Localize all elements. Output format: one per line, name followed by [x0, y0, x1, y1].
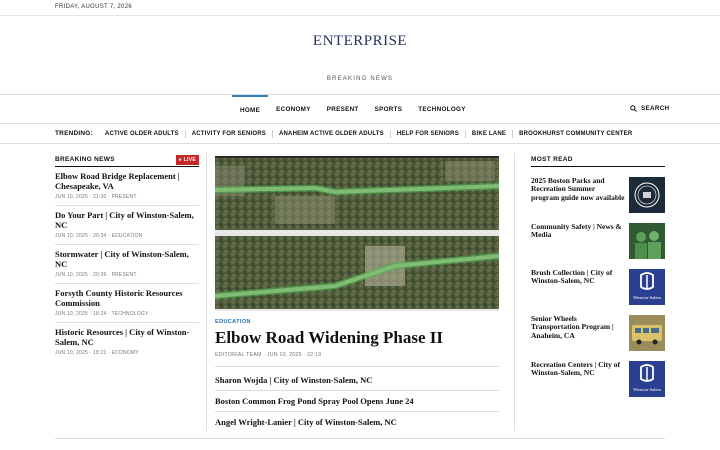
- news-meta: JUN 10, 2025 · 20:26 · PRESENT: [55, 272, 137, 278]
- community-photo-thumbnail[interactable]: [629, 223, 665, 259]
- winston-salem-logo-thumbnail[interactable]: Winston-Salem: [629, 361, 665, 397]
- main-nav: HOME ECONOMY PRESENT SPORTS TECHNOLOGY S…: [0, 94, 720, 124]
- list-item[interactable]: Senior Wheels Transportation Program | A…: [531, 314, 665, 351]
- news-title[interactable]: Elbow Road Bridge Replacement | Chesapea…: [55, 171, 199, 191]
- boston-seal-thumbnail[interactable]: [629, 177, 665, 213]
- trending-item[interactable]: ACTIVITY FOR SENIORS: [186, 129, 273, 138]
- bus-icon: [629, 315, 665, 351]
- live-badge: ● LIVE: [175, 154, 199, 165]
- current-date: FRIDAY, AUGUST 7, 2026: [55, 4, 132, 10]
- news-title[interactable]: Do Your Part | City of Winston-Salem, NC: [55, 210, 199, 230]
- nav-items: HOME ECONOMY PRESENT SPORTS TECHNOLOGY: [232, 95, 474, 124]
- search-button[interactable]: SEARCH: [630, 105, 669, 112]
- footer-divider: [55, 438, 665, 439]
- trending-item[interactable]: HELP FOR SENIORS: [391, 129, 466, 138]
- news-meta: JUN 10, 2025 · 20:34 · EDUCATION: [55, 233, 143, 239]
- seal-icon: [634, 182, 660, 208]
- breaking-news-title: BREAKING NEWS: [55, 156, 115, 163]
- most-read-title-link[interactable]: Brush Collection | City of Winston-Salem…: [531, 268, 625, 305]
- trending-item[interactable]: ACTIVE OLDER ADULTS: [99, 129, 186, 138]
- trending-item[interactable]: ANAHEIM ACTIVE OLDER ADULTS: [273, 129, 391, 138]
- nav-home[interactable]: HOME: [232, 95, 269, 124]
- list-item[interactable]: Community Safety | News & Media: [531, 222, 665, 259]
- column-divider: [206, 153, 207, 431]
- most-read-column: MOST READ 2025 Boston Parks and Recreati…: [531, 153, 665, 397]
- site-subtitle: BREAKING NEWS: [326, 76, 394, 82]
- list-item[interactable]: 2025 Boston Parks and Recreation Summer …: [531, 176, 665, 213]
- list-item[interactable]: Brush Collection | City of Winston-Salem…: [531, 268, 665, 305]
- related-article[interactable]: Boston Common Frog Pond Spray Pool Opens…: [215, 391, 499, 412]
- most-read-title-link[interactable]: Community Safety | News & Media: [531, 222, 625, 259]
- related-article[interactable]: Angel Wright-Lanier | City of Winston-Sa…: [215, 412, 499, 432]
- list-item[interactable]: Stormwater | City of Winston-Salem, NC J…: [55, 245, 199, 284]
- list-item[interactable]: Do Your Part | City of Winston-Salem, NC…: [55, 206, 199, 245]
- page: FRIDAY, AUGUST 7, 2026 ENTERPRISE BREAKI…: [0, 0, 720, 450]
- bus-photo-thumbnail[interactable]: [629, 315, 665, 351]
- article-category[interactable]: EDUCATION: [215, 319, 499, 325]
- column-divider: [514, 153, 515, 431]
- aerial-map-image: [215, 156, 499, 311]
- article-byline: EDITORIAL TEAM · JUN 10, 2025 · 22:19: [215, 352, 499, 367]
- winston-salem-logo-text: Winston-Salem: [633, 295, 661, 300]
- live-label: LIVE: [183, 156, 196, 163]
- related-article[interactable]: Sharon Wojda | City of Winston-Salem, NC: [215, 370, 499, 391]
- breaking-news-column: BREAKING NEWS ● LIVE Elbow Road Bridge R…: [55, 153, 199, 362]
- divider: [0, 143, 720, 144]
- most-read-header: MOST READ: [531, 153, 665, 167]
- nav-present[interactable]: PRESENT: [319, 95, 367, 124]
- feature-article: EDUCATION Elbow Road Widening Phase II E…: [215, 156, 499, 432]
- most-read-title-link[interactable]: 2025 Boston Parks and Recreation Summer …: [531, 176, 625, 213]
- trending-label: TRENDING:: [55, 130, 93, 137]
- most-read-title-link[interactable]: Recreation Centers | City of Winston-Sal…: [531, 360, 625, 397]
- news-meta: JUN 10, 2025 · 21:20 · PRESENT: [55, 194, 137, 200]
- list-item[interactable]: Recreation Centers | City of Winston-Sal…: [531, 360, 665, 397]
- winston-salem-logo-icon: [640, 364, 654, 382]
- news-title[interactable]: Stormwater | City of Winston-Salem, NC: [55, 249, 199, 269]
- breaking-news-header: BREAKING NEWS ● LIVE: [55, 153, 199, 167]
- people-photo-icon: [629, 223, 665, 259]
- nav-economy[interactable]: ECONOMY: [268, 95, 319, 124]
- search-icon: [630, 105, 637, 112]
- trending-item[interactable]: BROOKHURST COMMUNITY CENTER: [513, 130, 638, 138]
- news-meta: JUN 10, 2025 · 18:24 · TECHNOLOGY: [55, 311, 149, 317]
- news-meta: JUN 10, 2025 · 18:21 · ECONOMY: [55, 350, 139, 356]
- winston-salem-logo-icon: [640, 272, 654, 290]
- nav-sports[interactable]: SPORTS: [367, 95, 411, 124]
- news-title[interactable]: Historic Resources | City of Winston-Sal…: [55, 327, 199, 347]
- list-item[interactable]: Elbow Road Bridge Replacement | Chesapea…: [55, 167, 199, 206]
- winston-salem-logo-thumbnail[interactable]: Winston-Salem: [629, 269, 665, 305]
- trending-item[interactable]: BIKE LANE: [466, 129, 514, 138]
- nav-technology[interactable]: TECHNOLOGY: [410, 95, 473, 124]
- trending-bar: TRENDING: ACTIVE OLDER ADULTS ACTIVITY F…: [55, 124, 665, 143]
- list-item[interactable]: Historic Resources | City of Winston-Sal…: [55, 323, 199, 362]
- search-label: SEARCH: [641, 105, 670, 112]
- most-read-title: MOST READ: [531, 156, 573, 163]
- feature-image[interactable]: [215, 156, 499, 311]
- site-logo[interactable]: ENTERPRISE: [0, 33, 720, 50]
- most-read-title-link[interactable]: Senior Wheels Transportation Program | A…: [531, 314, 625, 351]
- article-headline[interactable]: Elbow Road Widening Phase II: [215, 328, 499, 348]
- news-title[interactable]: Forsyth County Historic Resources Commis…: [55, 288, 199, 308]
- winston-salem-logo-text: Winston-Salem: [633, 387, 661, 392]
- list-item[interactable]: Forsyth County Historic Resources Commis…: [55, 284, 199, 323]
